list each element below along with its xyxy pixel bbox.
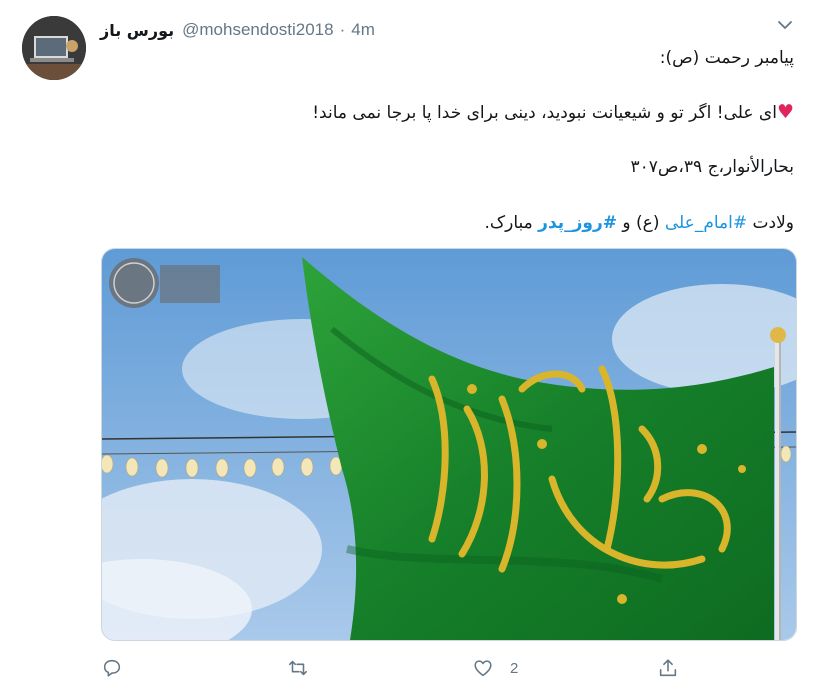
line4-mid: (ع) و: [617, 213, 665, 233]
line4-prefix: ولادت: [747, 213, 795, 233]
watermark-logo: [109, 258, 220, 308]
reply-icon: [103, 659, 121, 677]
avatar-image: [22, 16, 86, 80]
tweet-line-1: پیامبر رحمت (ص):: [659, 48, 794, 68]
avatar[interactable]: [22, 16, 86, 80]
tweet-line-4: ولادت #امام_علی (ع) و #روز_پدر مبارک.: [94, 213, 795, 233]
green-flag-image: [102, 249, 796, 640]
heart-emoji-icon: ♥: [776, 101, 794, 123]
like-count: 2: [510, 659, 519, 677]
author-name[interactable]: بورس باز: [100, 21, 174, 40]
hashtag-imam-ali[interactable]: #امام_علی: [665, 213, 747, 233]
reply-button[interactable]: [101, 652, 123, 684]
hashtag-fathers-day[interactable]: #روز_پدر: [538, 213, 617, 233]
tweet-line-2: ♥ای علی! اگر تو و شیعیانت نبودید، دینی ب…: [94, 101, 794, 123]
tweet-line-3: بحارالأنوار،ج ۳۹،ص۳۰۷: [630, 157, 794, 177]
line4-suffix: مبارک.: [484, 213, 539, 233]
tweet-line-2-text: ای علی! اگر تو و شیعیانت نبودید، دینی بر…: [312, 103, 777, 123]
tweet-header: بورس باز @mohsendosti2018 · 4m: [100, 18, 375, 42]
like-button[interactable]: 2: [472, 652, 518, 684]
share-button[interactable]: [657, 652, 679, 684]
timestamp[interactable]: 4m: [351, 20, 375, 40]
separator-dot: ·: [339, 20, 346, 39]
chevron-down-icon[interactable]: [776, 16, 794, 34]
tweet-actions: 2: [101, 652, 701, 684]
share-icon: [659, 659, 677, 677]
heart-icon: [474, 660, 492, 677]
retweet-button[interactable]: [287, 652, 309, 684]
retweet-icon: [288, 660, 308, 676]
tweet-image[interactable]: [101, 248, 797, 641]
author-handle[interactable]: @mohsendosti2018: [182, 20, 333, 40]
